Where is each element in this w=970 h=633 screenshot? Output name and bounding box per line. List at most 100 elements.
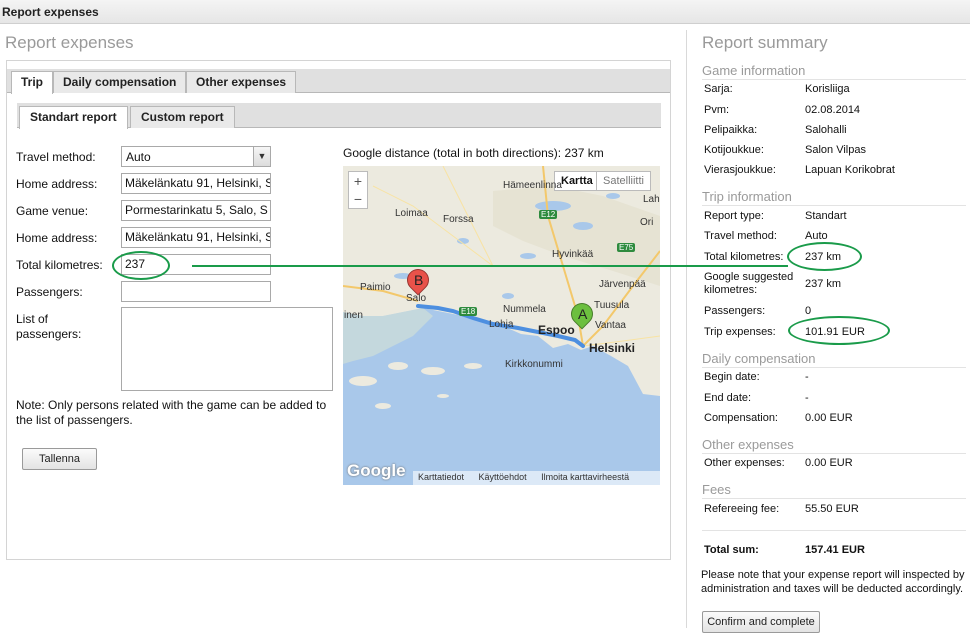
map-label-orimattila: Ori — [640, 217, 654, 228]
map-data-link[interactable]: Karttatiedot — [418, 472, 464, 482]
trip-info-heading: Trip information — [702, 189, 792, 204]
refereeing-fee-value: 55.50 EUR — [805, 503, 859, 515]
map-label-lohja: Lohja — [489, 319, 514, 330]
map-label-kirkkonummi: Kirkkonummi — [505, 359, 563, 370]
annotation-connector-line — [192, 265, 788, 267]
sarja-label: Sarja: — [704, 83, 733, 95]
annotation-ellipse-km-input — [112, 251, 170, 280]
passenger-note: Note: Only persons related with the game… — [16, 398, 327, 427]
map-marker-b-label: B — [414, 272, 424, 288]
map-label-vantaa: Vantaa — [595, 320, 626, 331]
pelipaikka-label: Pelipaikka: — [704, 124, 758, 136]
satellite-type-button[interactable]: Satelliitti — [596, 171, 651, 191]
refereeing-fee-label: Refereeing fee: — [704, 503, 780, 515]
map-marker-a-label: A — [578, 306, 588, 322]
pvm-value: 02.08.2014 — [805, 104, 861, 116]
kotijoukkue-value: Salon Vilpas — [805, 144, 866, 156]
report-map-error-link[interactable]: Ilmoita karttavirheestä — [541, 472, 629, 482]
map-label-helsinki: Helsinki — [589, 341, 636, 355]
home-address-label: Home address: — [16, 177, 98, 191]
report-type-label: Report type: — [704, 210, 764, 222]
home-address-return-label: Home address: — [16, 231, 98, 245]
section-divider — [702, 498, 966, 499]
save-button[interactable]: Tallenna — [22, 448, 97, 470]
zoom-control: + − — [348, 171, 368, 209]
passengers-input[interactable] — [121, 281, 271, 302]
panel-divider — [686, 30, 687, 628]
zoom-in-button[interactable]: + — [349, 172, 367, 190]
map-label-nummela: Nummela — [503, 304, 546, 315]
page-title: Report expenses — [5, 33, 134, 52]
sarja-value: Korisliiga — [805, 83, 850, 95]
game-venue-input[interactable]: Pormestarinkatu 5, Salo, S — [121, 200, 271, 221]
zoom-out-button[interactable]: − — [349, 190, 367, 208]
map-label-hameenlinna: Hämeenlinna — [503, 180, 562, 191]
compensation-label: Compensation: — [704, 412, 778, 424]
pelipaikka-value: Salohalli — [805, 124, 847, 136]
confirm-complete-button[interactable]: Confirm and complete — [702, 611, 820, 633]
google-km-label: Google suggested kilometres: — [704, 271, 794, 296]
travel-method-summary-value: Auto — [805, 230, 828, 242]
passengers-summary-label: Passengers: — [704, 305, 766, 317]
section-divider — [702, 367, 966, 368]
report-type-tabbar: Standart report Custom report — [17, 103, 661, 129]
map-attribution: Karttatiedot Käyttöehdot Ilmoita karttav… — [413, 471, 660, 485]
route-map[interactable]: + − Kartta Satelliitti Hämeenlinna Lah L… — [343, 166, 660, 485]
road-shield-e12: E12 — [539, 210, 558, 219]
map-label-hyvinkaa: Hyvinkää — [552, 249, 594, 260]
map-label-espoo: Espoo — [538, 323, 575, 337]
game-venue-label: Game venue: — [16, 204, 89, 218]
section-divider — [702, 79, 966, 80]
google-logo: Google — [347, 461, 406, 480]
summary-title: Report summary — [702, 33, 828, 52]
end-date-value: - — [805, 392, 809, 404]
map-label-lahti: Lah — [643, 194, 660, 205]
section-divider — [702, 205, 966, 206]
annotation-ellipse-trip-expenses — [788, 316, 890, 345]
tab-trip[interactable]: Trip — [11, 71, 54, 94]
begin-date-label: Begin date: — [704, 371, 760, 383]
other-expenses-value: 0.00 EUR — [805, 457, 853, 469]
terms-link[interactable]: Käyttöehdot — [479, 472, 527, 482]
passengers-summary-value: 0 — [805, 305, 812, 317]
travel-method-label: Travel method: — [16, 150, 96, 164]
home-address-input[interactable]: Mäkelänkatu 91, Helsinki, S — [121, 173, 271, 194]
tab-daily-compensation[interactable]: Daily compensation — [53, 71, 187, 93]
tab-standart-report[interactable]: Standart report — [19, 106, 128, 129]
kotijoukkue-label: Kotijoukkue: — [704, 144, 764, 156]
end-date-label: End date: — [704, 392, 752, 404]
begin-date-value: - — [805, 371, 809, 383]
main-tabbar: Trip Daily compensation Other expenses — [7, 69, 670, 94]
map-label-paimio: Paimio — [360, 282, 391, 293]
passenger-list-label: List of passengers: — [16, 312, 82, 341]
compensation-value: 0.00 EUR — [805, 412, 853, 424]
tab-custom-report[interactable]: Custom report — [130, 106, 235, 128]
map-label-forssa: Forssa — [443, 214, 474, 225]
section-divider — [702, 530, 966, 531]
road-shield-e18: E18 — [459, 307, 478, 316]
daily-comp-heading: Daily compensation — [702, 351, 816, 366]
trip-expenses-label: Trip expenses: — [704, 326, 776, 338]
travel-method-summary-label: Travel method: — [704, 230, 777, 242]
total-sum-value: 157.41 EUR — [805, 544, 865, 556]
tab-other-expenses[interactable]: Other expenses — [186, 71, 297, 93]
map-label-salo: Salo — [406, 293, 427, 304]
other-expenses-heading: Other expenses — [702, 437, 794, 452]
road-shield-e75: E75 — [617, 243, 636, 252]
total-sum-label: Total sum: — [704, 544, 759, 556]
tax-note: Please note that your expense report wil… — [701, 569, 965, 595]
other-expenses-label: Other expenses: — [704, 457, 785, 469]
travel-method-value: Auto — [126, 150, 151, 164]
window-title: Report expenses — [0, 0, 970, 24]
report-type-value: Standart — [805, 210, 847, 222]
map-label-tuusula: Tuusula — [594, 300, 630, 311]
home-address-return-input[interactable]: Mäkelänkatu 91, Helsinki, S — [121, 227, 271, 248]
map-label-jarvenpaa: Järvenpää — [599, 279, 646, 290]
section-divider — [702, 453, 966, 454]
passenger-list-textarea[interactable] — [121, 307, 333, 391]
vierasjoukkue-label: Vierasjoukkue: — [704, 164, 776, 176]
travel-method-select[interactable]: Auto ▼ — [121, 146, 271, 167]
annotation-ellipse-km-summary — [787, 242, 862, 271]
google-distance-text: Google distance (total in both direction… — [343, 146, 604, 160]
map-label-inen: inen — [344, 310, 363, 321]
